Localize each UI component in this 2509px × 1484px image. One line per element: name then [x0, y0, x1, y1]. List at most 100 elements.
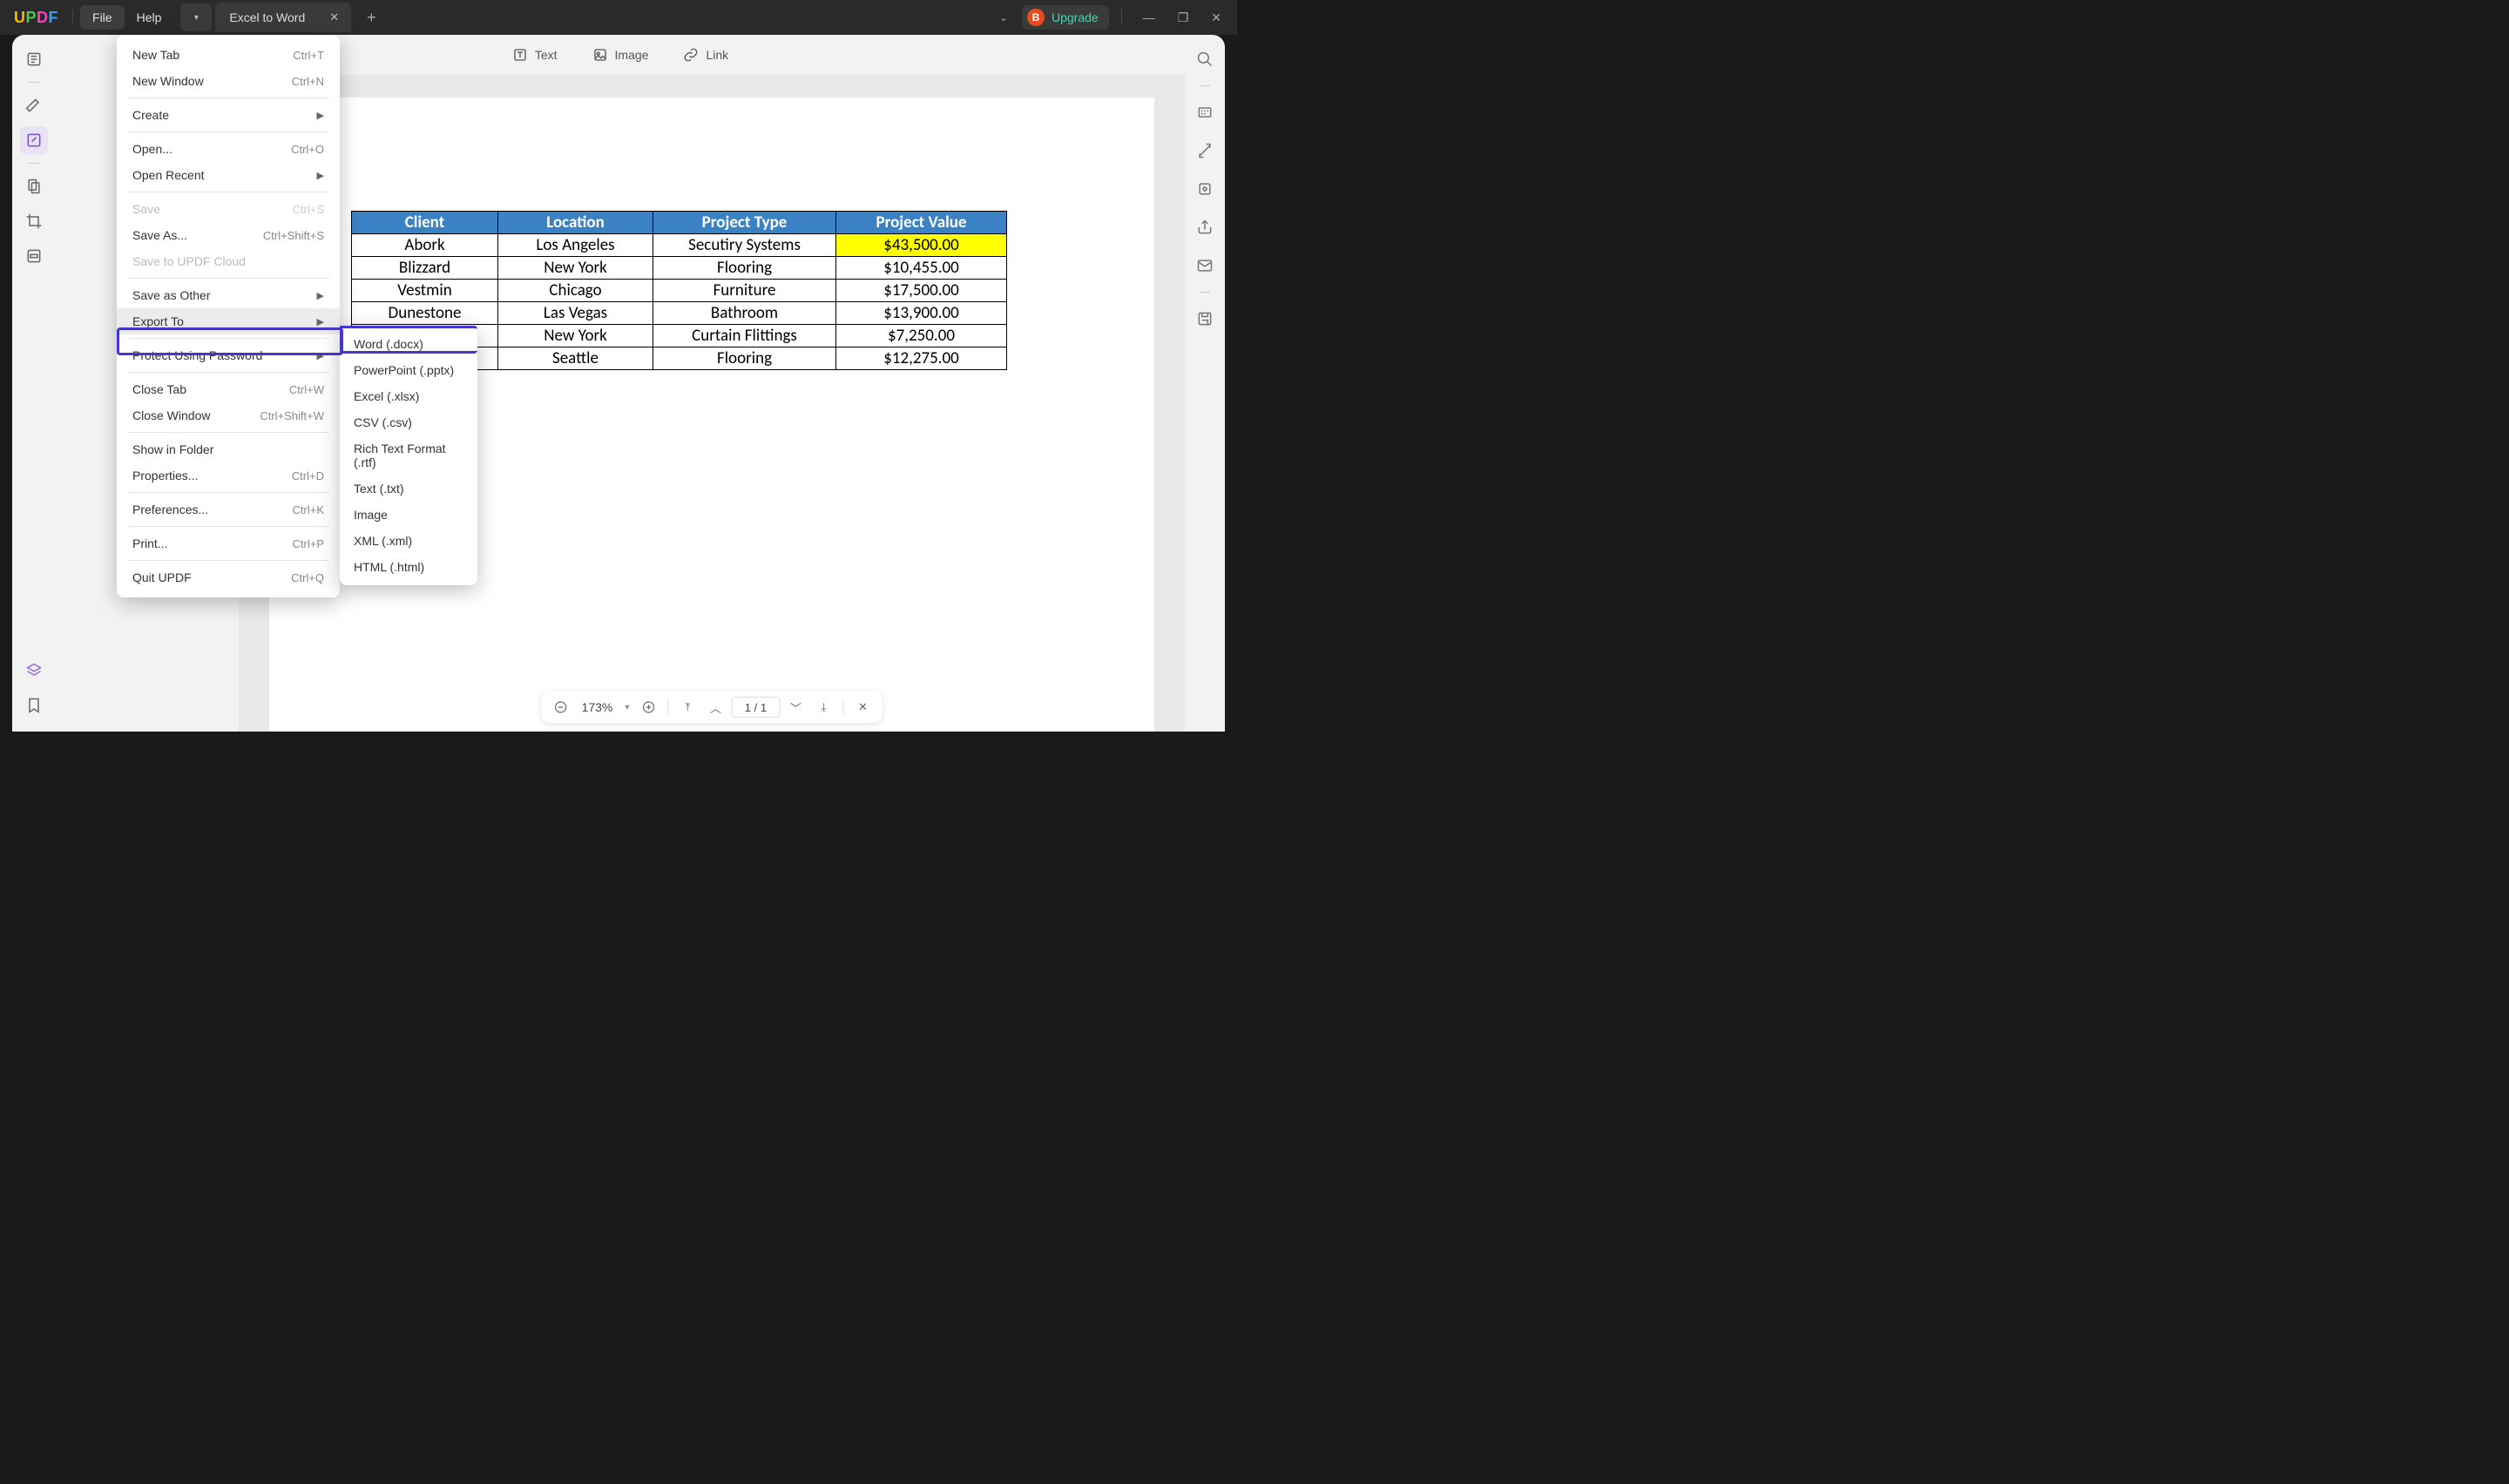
next-page-icon[interactable]: ﹀ [783, 695, 808, 719]
table-cell: Furniture [653, 280, 836, 302]
minimize-icon[interactable]: — [1134, 3, 1164, 31]
menu-shortcut: Ctrl+T [293, 49, 324, 62]
edit-icon[interactable] [20, 126, 48, 154]
menu-quit[interactable]: Quit UPDFCtrl+Q [117, 564, 340, 590]
menu-label: New Tab [132, 48, 179, 62]
export-xml[interactable]: XML (.xml) [340, 528, 477, 554]
menu-shortcut: Ctrl+N [292, 75, 324, 88]
submenu-arrow-icon: ▶ [317, 350, 324, 361]
table-cell: Bathroom [653, 302, 836, 325]
table-cell: Curtain Flittings [653, 325, 836, 347]
table-row: DunestoneLas VegasBathroom$13,900.00 [352, 302, 1007, 325]
content: Text Image Link ClientLocationProject Ty… [56, 35, 1185, 732]
menu-show-folder[interactable]: Show in Folder [117, 436, 340, 462]
last-page-icon[interactable]: ⤓ [811, 695, 835, 719]
maximize-icon[interactable]: ❐ [1169, 3, 1198, 32]
table-row: VestminChicagoFurniture$17,500.00 [352, 280, 1007, 302]
crop-icon[interactable] [20, 207, 48, 235]
close-toolbar-icon[interactable]: ✕ [850, 695, 875, 719]
bookmark-icon[interactable] [20, 691, 48, 719]
table-cell: New York [498, 257, 653, 280]
separator [127, 526, 329, 527]
menu-close-window[interactable]: Close WindowCtrl+Shift+W [117, 402, 340, 428]
add-tab-icon[interactable]: + [360, 5, 383, 30]
table-cell: Dunestone [352, 302, 498, 325]
menu-print[interactable]: Print...Ctrl+P [117, 530, 340, 556]
table-cell: Flooring [653, 347, 836, 370]
search-icon[interactable] [1191, 45, 1219, 73]
zoom-dropdown-icon[interactable]: ▾ [621, 703, 632, 712]
menu-preferences[interactable]: Preferences...Ctrl+K [117, 496, 340, 523]
file-menu-button[interactable]: File [80, 5, 125, 30]
menu-protect[interactable]: Protect Using Password▶ [117, 342, 340, 368]
export-powerpoint[interactable]: PowerPoint (.pptx) [340, 357, 477, 383]
ocr-icon[interactable] [1191, 98, 1219, 126]
email-icon[interactable] [1191, 252, 1219, 280]
menu-new-window[interactable]: New WindowCtrl+N [117, 68, 340, 94]
menu-save-as[interactable]: Save As...Ctrl+Shift+S [117, 222, 340, 248]
tab[interactable]: Excel to Word ✕ [215, 3, 351, 32]
menu-label: Open Recent [132, 168, 205, 182]
separator [842, 699, 843, 715]
first-page-icon[interactable]: ⤒ [675, 695, 700, 719]
organize-icon[interactable] [20, 172, 48, 200]
separator [29, 163, 39, 164]
close-window-icon[interactable]: ✕ [1202, 3, 1230, 32]
menu-new-tab[interactable]: New Tab Ctrl+T [117, 42, 340, 68]
prev-page-icon[interactable]: ︿ [703, 695, 727, 719]
right-sidebar [1185, 35, 1225, 732]
redact-icon[interactable] [20, 242, 48, 270]
text-tool-button[interactable]: Text [512, 47, 558, 63]
menu-label: Properties... [132, 469, 198, 482]
file-dropdown-menu: New Tab Ctrl+T New WindowCtrl+N Create▶ O… [117, 35, 340, 597]
titlebar-right: ⌄ B Upgrade — ❐ ✕ [991, 3, 1230, 32]
share-icon[interactable] [1191, 213, 1219, 241]
convert-icon[interactable] [1191, 137, 1219, 165]
menu-label: Quit UPDF [132, 570, 192, 584]
chevron-down-icon[interactable]: ⌄ [991, 6, 1017, 29]
table-cell: Seattle [498, 347, 653, 370]
help-menu-button[interactable]: Help [125, 5, 174, 30]
upgrade-button[interactable]: B Upgrade [1022, 5, 1109, 30]
link-tool-button[interactable]: Link [683, 47, 728, 63]
table-cell: New York [498, 325, 653, 347]
menu-save-other[interactable]: Save as Other▶ [117, 282, 340, 308]
table-header: Project Type [653, 212, 836, 234]
layers-icon[interactable] [20, 657, 48, 685]
menu-properties[interactable]: Properties...Ctrl+D [117, 462, 340, 489]
menu-close-tab[interactable]: Close TabCtrl+W [117, 376, 340, 402]
menu-open-recent[interactable]: Open Recent▶ [117, 162, 340, 188]
menu-label: Export To [132, 314, 184, 328]
close-tab-icon[interactable]: ✕ [326, 9, 342, 26]
menu-open[interactable]: Open...Ctrl+O [117, 136, 340, 162]
zoom-in-icon[interactable] [636, 695, 660, 719]
reader-mode-icon[interactable] [20, 45, 48, 73]
menu-create[interactable]: Create▶ [117, 102, 340, 128]
submenu-arrow-icon: ▶ [317, 316, 324, 327]
menu-label: Save As... [132, 228, 187, 242]
menu-shortcut: Ctrl+O [291, 143, 324, 156]
table-cell: Los Angeles [498, 234, 653, 257]
text-tool-label: Text [535, 48, 558, 62]
menu-shortcut: Ctrl+P [293, 537, 324, 550]
menu-label: Save [132, 202, 160, 216]
export-csv[interactable]: CSV (.csv) [340, 409, 477, 435]
export-text[interactable]: Text (.txt) [340, 476, 477, 502]
export-rtf[interactable]: Rich Text Format (.rtf) [340, 435, 477, 476]
table-cell: Vestmin [352, 280, 498, 302]
export-excel[interactable]: Excel (.xlsx) [340, 383, 477, 409]
menu-export-to[interactable]: Export To ▶ [117, 308, 340, 334]
bottom-toolbar: 173% ▾ ⤒ ︿ 1 / 1 ﹀ ⤓ ✕ [542, 691, 883, 723]
image-tool-button[interactable]: Image [592, 47, 649, 63]
zoom-out-icon[interactable] [549, 695, 573, 719]
page-indicator[interactable]: 1 / 1 [731, 697, 780, 718]
export-html[interactable]: HTML (.html) [340, 554, 477, 580]
menu-shortcut: Ctrl+K [293, 503, 324, 516]
compress-icon[interactable] [1191, 175, 1219, 203]
export-image[interactable]: Image [340, 502, 477, 528]
separator [1121, 10, 1122, 25]
tab-dropdown-icon[interactable]: ▾ [180, 3, 212, 31]
highlight-icon[interactable] [20, 91, 48, 119]
save-icon[interactable] [1191, 305, 1219, 333]
export-word[interactable]: Word (.docx) [340, 331, 477, 357]
